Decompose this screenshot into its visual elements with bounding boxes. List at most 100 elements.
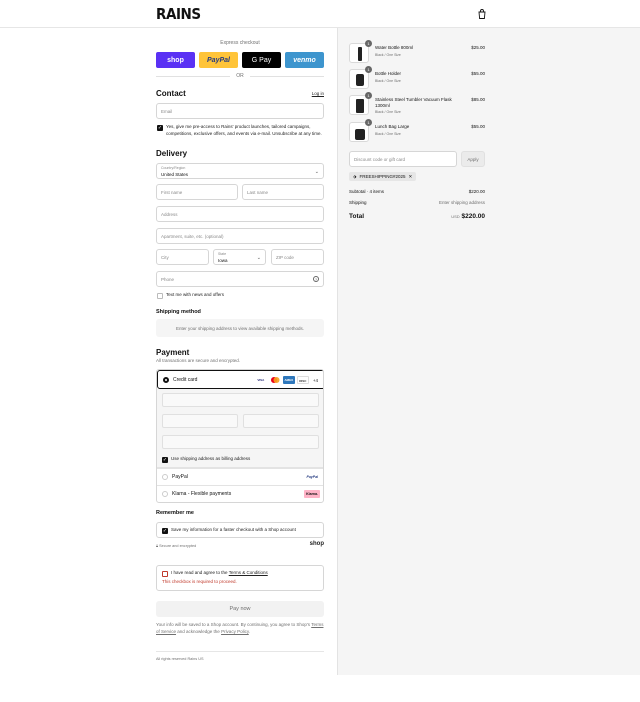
address-input[interactable]: Address <box>156 206 324 222</box>
card-logos: VISA AMEX DISC +4 <box>254 376 318 384</box>
quantity-badge: 1 <box>365 66 372 73</box>
terms-checkbox[interactable] <box>162 571 168 577</box>
secure-note: 🔒︎ Secure and encrypted <box>156 543 196 550</box>
shop-pay-button[interactable]: shop <box>156 52 195 68</box>
subtotal-label: Subtotal · 4 items <box>349 189 385 194</box>
klarna-radio[interactable] <box>162 491 168 497</box>
remove-code-icon[interactable]: ✕ <box>409 172 413 181</box>
cart-bag-icon[interactable] <box>476 8 488 20</box>
payment-subtitle: All transactions are secure and encrypte… <box>156 358 241 363</box>
name-on-card-field[interactable] <box>162 435 319 449</box>
or-label: OR <box>236 73 244 79</box>
marketing-consent-checkbox[interactable]: ✓ <box>157 125 163 131</box>
first-name-input[interactable]: First name <box>156 184 238 200</box>
subtotal-value: $220.00 <box>468 189 485 194</box>
marketing-consent-text: Yes, give me pre-access to Rains' produc… <box>166 124 322 136</box>
total-label: Total <box>349 213 365 220</box>
card-fields: ✓ Use shipping address as billing addres… <box>157 389 323 468</box>
billing-same-checkbox[interactable]: ✓ <box>162 457 168 463</box>
apply-discount-button[interactable]: Apply <box>461 151 485 167</box>
quantity-badge: 1 <box>365 119 372 126</box>
terms-link[interactable]: Terms & Conditions <box>229 570 268 575</box>
credit-card-label: Credit card <box>173 377 198 383</box>
item-price: $85.00 <box>471 97 485 102</box>
privacy-policy-link[interactable]: Privacy Policy <box>221 629 249 634</box>
footer-copyright: All rights reserved Rains US <box>156 657 204 661</box>
contact-heading: Contact <box>156 89 186 98</box>
cart-item: 1 Bottle Holder Black / One Size $55.00 <box>349 66 485 91</box>
text-me-label: Text me with news and offers <box>166 292 224 297</box>
total-amount-group: USD $220.00 <box>451 213 485 220</box>
discount-code-input[interactable]: Discount code or gift card <box>349 151 457 167</box>
payment-methods: Credit card VISA AMEX DISC +4 ✓ Use ship… <box>156 369 324 503</box>
shop-logo: shop <box>309 541 324 547</box>
terms-text: I have read and agree to the <box>171 570 229 575</box>
item-name: Stainless Steel Tumbler Vacuum Flask 130… <box>375 97 452 108</box>
item-price: $25.00 <box>471 45 485 50</box>
klarna-option[interactable]: Klarna - Flexible payments Klarna. <box>157 485 323 502</box>
tag-icon: ⬗ <box>353 174 357 179</box>
paypal-label: PayPal <box>172 474 188 480</box>
paypal-option[interactable]: PayPal PayPal <box>157 468 323 485</box>
item-variant: Black / One Size <box>375 79 401 83</box>
help-icon[interactable]: ? <box>313 276 319 282</box>
billing-same-label: Use shipping address as billing address <box>171 456 251 461</box>
total-value: $220.00 <box>461 213 486 220</box>
state-select[interactable]: State Iowa ⌄ <box>213 249 266 265</box>
expiry-field[interactable] <box>162 414 238 428</box>
cart-item: 1 Stainless Steel Tumbler Vacuum Flask 1… <box>349 92 485 117</box>
remember-me-heading: Remember me <box>156 510 194 516</box>
secure-text: Secure and encrypted <box>159 544 197 548</box>
brand-logo[interactable]: RAINS <box>156 5 201 23</box>
venmo-button[interactable]: venmo <box>285 52 324 68</box>
subtotal-row: Subtotal · 4 items $220.00 <box>349 189 485 194</box>
quantity-badge: 1 <box>365 40 372 47</box>
security-code-field[interactable] <box>243 414 319 428</box>
payment-heading: Payment <box>156 348 190 357</box>
save-info-label: Save my information for a faster checkou… <box>171 527 296 532</box>
cart-item: 1 Water Bottle 800ml Black / One Size $2… <box>349 40 485 65</box>
state-label: State <box>218 252 227 256</box>
last-name-input[interactable]: Last name <box>242 184 324 200</box>
shipping-label: Shipping <box>349 200 367 205</box>
shipping-value: Enter shipping address <box>438 200 485 205</box>
apartment-input[interactable]: Apartment, suite, etc. (optional) <box>156 228 324 244</box>
login-link[interactable]: Log in <box>300 91 324 98</box>
text-me-checkbox[interactable] <box>157 293 163 299</box>
footer-divider <box>156 651 324 652</box>
or-divider: OR <box>156 73 324 79</box>
phone-placeholder: Phone <box>161 276 175 282</box>
express-checkout-label: Express checkout <box>220 40 260 46</box>
chevron-down-icon: ⌄ <box>314 169 319 175</box>
pay-now-button[interactable]: Pay now <box>156 601 324 617</box>
delivery-heading: Delivery <box>156 149 188 158</box>
phone-input[interactable]: Phone ? <box>156 271 324 287</box>
remember-me-box: ✓ Save my information for a faster check… <box>156 522 324 538</box>
item-variant: Black / One Size <box>375 110 401 114</box>
disclaimer-text-3: . <box>248 628 251 634</box>
discover-icon: DISC <box>296 376 309 384</box>
city-input[interactable]: City <box>156 249 209 265</box>
klarna-logo-icon: Klarna. <box>304 490 320 498</box>
paypal-radio[interactable] <box>162 474 168 480</box>
credit-card-option[interactable]: Credit card VISA AMEX DISC +4 <box>157 370 323 389</box>
item-variant: Black / One Size <box>375 53 401 57</box>
save-info-checkbox[interactable]: ✓ <box>162 528 168 534</box>
chevron-down-icon: ⌄ <box>256 255 261 261</box>
cart-item: 1 Lunch Bag Large Black / One Size $55.0… <box>349 119 485 144</box>
terms-label: I have read and agree to the Terms & Con… <box>171 570 321 577</box>
discount-code-value: FREESHIPPING#2025 <box>359 174 406 179</box>
terms-box: I have read and agree to the Terms & Con… <box>156 565 324 591</box>
email-input[interactable]: Email <box>156 103 324 119</box>
credit-card-radio[interactable] <box>163 377 169 383</box>
card-number-field[interactable] <box>162 393 319 407</box>
google-pay-button[interactable]: G Pay <box>242 52 281 68</box>
total-row: Total USD $220.00 <box>349 213 485 220</box>
country-select[interactable]: Country/Region United States ⌄ <box>156 163 324 179</box>
discount-tag: ⬗ FREESHIPPING#2025 ✕ <box>349 172 417 181</box>
zip-input[interactable]: ZIP code <box>271 249 324 265</box>
amex-icon: AMEX <box>282 376 295 384</box>
klarna-label: Klarna - Flexible payments <box>172 491 232 497</box>
country-value: United States <box>161 172 189 177</box>
paypal-button[interactable]: PayPal <box>199 52 238 68</box>
